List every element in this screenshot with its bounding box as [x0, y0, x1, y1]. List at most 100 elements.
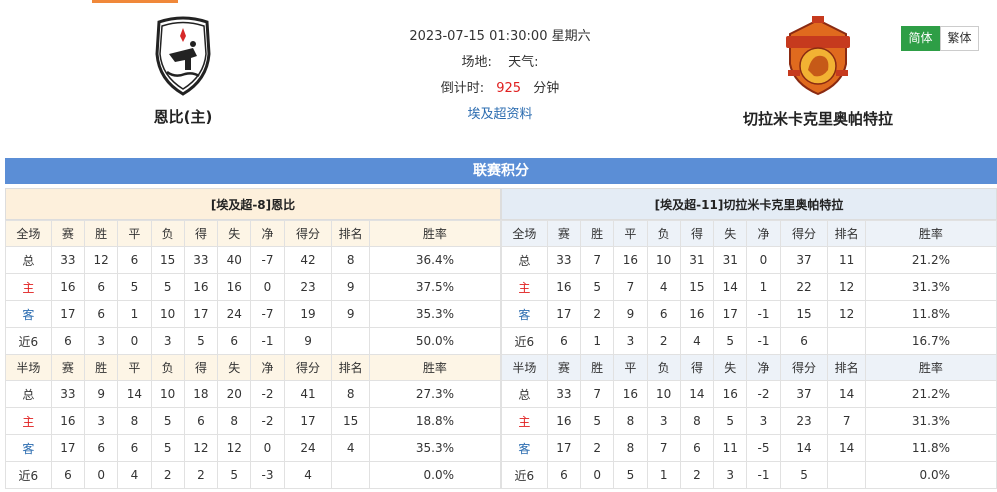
table-cell: -3: [250, 461, 285, 489]
table-cell: 8: [613, 407, 648, 435]
table-row: 总 33 12 6 15 33 40 -7 42 8 36.4%: [5, 246, 502, 274]
standings-title: 联赛积分: [5, 158, 997, 184]
table-cell: 14: [117, 380, 152, 408]
table-cell: 33: [183, 246, 219, 274]
table-row: 主 16 5 7 4 15 14 1 22 12 31.3%: [501, 273, 997, 301]
table-cell: 27.3%: [368, 380, 502, 408]
column-header: 排名: [331, 220, 370, 247]
table-cell: 5: [183, 327, 219, 355]
table-cell: 18.8%: [368, 407, 502, 435]
table-cell: 14: [679, 380, 715, 408]
column-header: 平: [613, 220, 648, 247]
traditional-chinese-button[interactable]: 繁体: [940, 26, 979, 51]
simplified-chinese-button[interactable]: 简体: [901, 26, 940, 51]
table-row: 客 17 6 6 5 12 12 0 24 4 35.3%: [5, 434, 502, 462]
home-team-logo[interactable]: [141, 14, 225, 98]
table-cell: [827, 327, 866, 355]
table-cell: 16: [713, 380, 748, 408]
column-header: 胜: [84, 220, 119, 247]
table-cell: 5: [713, 327, 748, 355]
column-header: 失: [713, 220, 748, 247]
table-cell: 9: [331, 300, 370, 328]
column-header: 失: [217, 354, 252, 381]
table-cell: 8: [117, 407, 152, 435]
away-standings-table: 全场赛胜平负得失净得分 排名 胜率总 33 7 16 10 31 31 0 37 11 21.2% 主 16…: [501, 220, 997, 489]
home-team-name[interactable]: 恩比(主): [118, 108, 248, 127]
column-header: 负: [150, 220, 185, 247]
table-cell: 6: [646, 300, 681, 328]
table-cell: 4: [679, 327, 715, 355]
table-cell: 11.8%: [864, 434, 997, 462]
home-full-header-row: 全场赛胜平负得失净得分 排名 胜率: [5, 220, 502, 247]
column-header: 全场: [501, 220, 548, 247]
row-label: 总: [5, 380, 52, 408]
column-header: 胜率: [864, 220, 997, 247]
column-header: 失: [217, 220, 252, 247]
row-label: 近6: [5, 461, 52, 489]
row-label: 主: [5, 273, 52, 301]
column-header: 平: [117, 354, 152, 381]
column-header: 半场: [5, 354, 52, 381]
home-team[interactable]: 恩比(主): [118, 14, 248, 127]
table-cell: 17: [50, 434, 86, 462]
table-cell: 9: [331, 273, 370, 301]
table-cell: 2: [646, 327, 681, 355]
table-cell: 7: [580, 380, 615, 408]
table-cell: 16: [679, 300, 715, 328]
league-info-link[interactable]: 埃及超资料: [467, 107, 532, 122]
table-cell: 40: [217, 246, 252, 274]
table-cell: 8: [613, 434, 648, 462]
table-row: 近6 6 1 3 2 4 5 -1 6 16.7%: [501, 327, 997, 355]
away-standings-title: [埃及超-11]切拉米卡克里奥帕特拉: [501, 188, 997, 220]
away-team[interactable]: 切拉米卡克里奥帕特拉: [738, 14, 898, 129]
away-team-logo[interactable]: [776, 14, 860, 98]
table-cell: 16: [50, 273, 86, 301]
table-cell: 6: [546, 327, 582, 355]
table-cell: 17: [183, 300, 219, 328]
column-header: 赛: [50, 354, 86, 381]
table-cell: 6: [84, 273, 119, 301]
row-label: 总: [501, 380, 548, 408]
row-label: 总: [5, 246, 52, 274]
table-cell: 1: [580, 327, 615, 355]
table-row: 近6 6 3 0 3 5 6 -1 9 50.0%: [5, 327, 502, 355]
table-cell: 36.4%: [368, 246, 502, 274]
column-header: 失: [713, 354, 748, 381]
table-cell: 23: [283, 273, 333, 301]
table-cell: 2: [580, 300, 615, 328]
away-team-name[interactable]: 切拉米卡克里奥帕特拉: [738, 110, 898, 129]
match-datetime: 2023-07-15 01:30:00 星期六: [409, 29, 591, 44]
table-row: 主 16 6 5 5 16 16 0 23 9 37.5%: [5, 273, 502, 301]
away-full-header-row: 全场赛胜平负得失净得分 排名 胜率: [501, 220, 997, 247]
table-cell: 14: [827, 434, 866, 462]
table-cell: 3: [150, 327, 185, 355]
match-info: 2023-07-15 01:30:00 星期六 场地: 天气: 倒计时: 925…: [380, 27, 620, 131]
table-cell: 17: [283, 407, 333, 435]
table-cell: 33: [50, 380, 86, 408]
table-cell: 33: [546, 246, 582, 274]
column-header: 负: [150, 354, 185, 381]
table-cell: 6: [50, 461, 86, 489]
table-cell: 2: [150, 461, 185, 489]
table-cell: 21.2%: [864, 380, 997, 408]
table-row: 总 33 9 14 10 18 20 -2 41 8 27.3%: [5, 380, 502, 408]
table-cell: 11.8%: [864, 300, 997, 328]
table-cell: 14: [779, 434, 829, 462]
table-cell: 24: [283, 434, 333, 462]
table-cell: 5: [580, 273, 615, 301]
table-cell: 19: [283, 300, 333, 328]
row-label: 主: [5, 407, 52, 435]
column-header: 负: [646, 220, 681, 247]
table-cell: 5: [580, 407, 615, 435]
table-cell: 24: [217, 300, 252, 328]
table-cell: 3: [646, 407, 681, 435]
table-cell: 12: [183, 434, 219, 462]
table-cell: 6: [50, 327, 86, 355]
table-cell: 9: [283, 327, 333, 355]
table-cell: 3: [84, 407, 119, 435]
column-header: 净: [250, 354, 285, 381]
countdown-value: 925: [496, 81, 522, 96]
column-header: 排名: [827, 354, 866, 381]
away-standings-panel: [埃及超-11]切拉米卡克里奥帕特拉 全场赛胜平负得失净得分 排名 胜率总 33 7 16…: [501, 188, 997, 489]
table-cell: 37: [779, 246, 829, 274]
